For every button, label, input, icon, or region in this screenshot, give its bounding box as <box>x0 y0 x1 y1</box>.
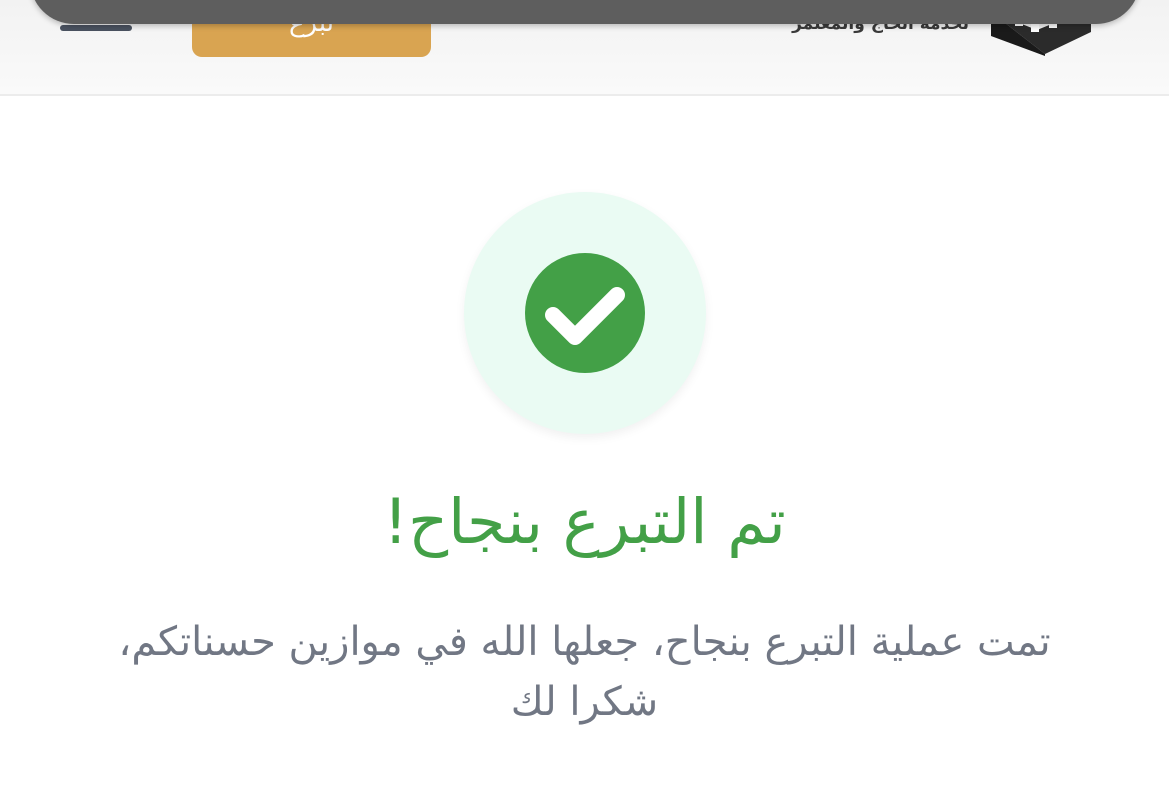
success-message-line-1: تمت عملية التبرع بنجاح، جعلها الله في مو… <box>118 619 1051 665</box>
ios-overlay-bar <box>30 0 1140 24</box>
top-header: تبرع لخدمة الحاج والمعتمر <box>0 0 1169 96</box>
success-title: تم التبرع بنجاح! <box>383 485 786 558</box>
success-message: تمت عملية التبرع بنجاح، جعلها الله في مو… <box>80 612 1089 732</box>
success-message-line-2: شكرا لك <box>510 679 659 725</box>
hamburger-menu-icon <box>60 25 132 31</box>
check-circle-icon <box>525 253 645 373</box>
success-page: تبرع لخدمة الحاج والمعتمر تم التبرع بنجا… <box>0 0 1169 792</box>
